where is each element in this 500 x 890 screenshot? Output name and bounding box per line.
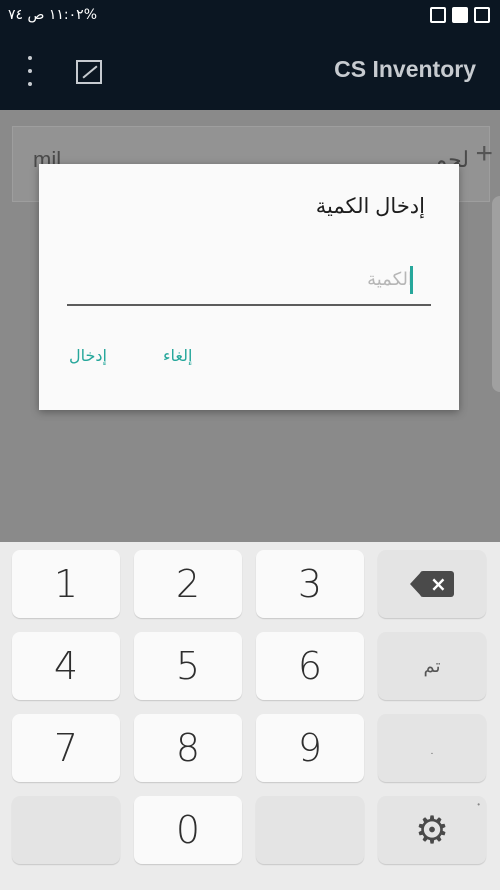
key-8[interactable]: 8	[134, 714, 242, 782]
key-0[interactable]: 0	[134, 796, 242, 864]
notification-icon	[452, 7, 468, 23]
key-3[interactable]: 3	[256, 550, 364, 618]
text-caret	[410, 266, 413, 294]
clock-text: ١١:٠٢ ص	[27, 7, 84, 23]
gear-icon: ⚙	[414, 808, 450, 852]
side-tab	[492, 196, 500, 392]
status-bar: ١١:٠٢ ص ٧٤%	[0, 0, 500, 34]
wifi-icon	[430, 7, 446, 23]
app-title: CS Inventory	[334, 56, 476, 82]
backspace-icon: ×	[410, 571, 454, 597]
screenshot-icon	[474, 7, 490, 23]
status-icons	[430, 7, 490, 23]
dot-indicator: •	[477, 800, 480, 809]
app-bar: CS Inventory	[0, 34, 500, 110]
key-5[interactable]: 5	[134, 632, 242, 700]
quantity-field[interactable]	[67, 254, 431, 306]
numeric-keyboard: 1 2 3 × 4 5 6 تم 7 8 9 . 0 ⚙ •	[0, 542, 500, 890]
key-6[interactable]: 6	[256, 632, 364, 700]
cancel-button[interactable]: إلغاء	[157, 342, 198, 369]
status-time: ١١:٠٢ ص ٧٤%	[8, 7, 97, 23]
key-7[interactable]: 7	[12, 714, 120, 782]
empty-key-right	[256, 796, 364, 864]
key-2[interactable]: 2	[134, 550, 242, 618]
key-9[interactable]: 9	[256, 714, 364, 782]
done-key[interactable]: تم	[378, 632, 486, 700]
backspace-key[interactable]: ×	[378, 550, 486, 618]
image-icon[interactable]	[76, 60, 102, 84]
empty-key	[12, 796, 120, 864]
plus-icon: +	[475, 137, 493, 170]
key-1[interactable]: 1	[12, 550, 120, 618]
dialog-title: إدخال الكمية	[315, 195, 425, 218]
period-key[interactable]: .	[378, 714, 486, 782]
quantity-dialog: إدخال الكمية إلغاء إدخال	[39, 164, 459, 410]
settings-key[interactable]: ⚙ •	[378, 796, 486, 864]
key-4[interactable]: 4	[12, 632, 120, 700]
more-vert-icon[interactable]	[20, 56, 40, 86]
enter-button[interactable]: إدخال	[63, 342, 113, 369]
quantity-input[interactable]	[67, 254, 431, 304]
